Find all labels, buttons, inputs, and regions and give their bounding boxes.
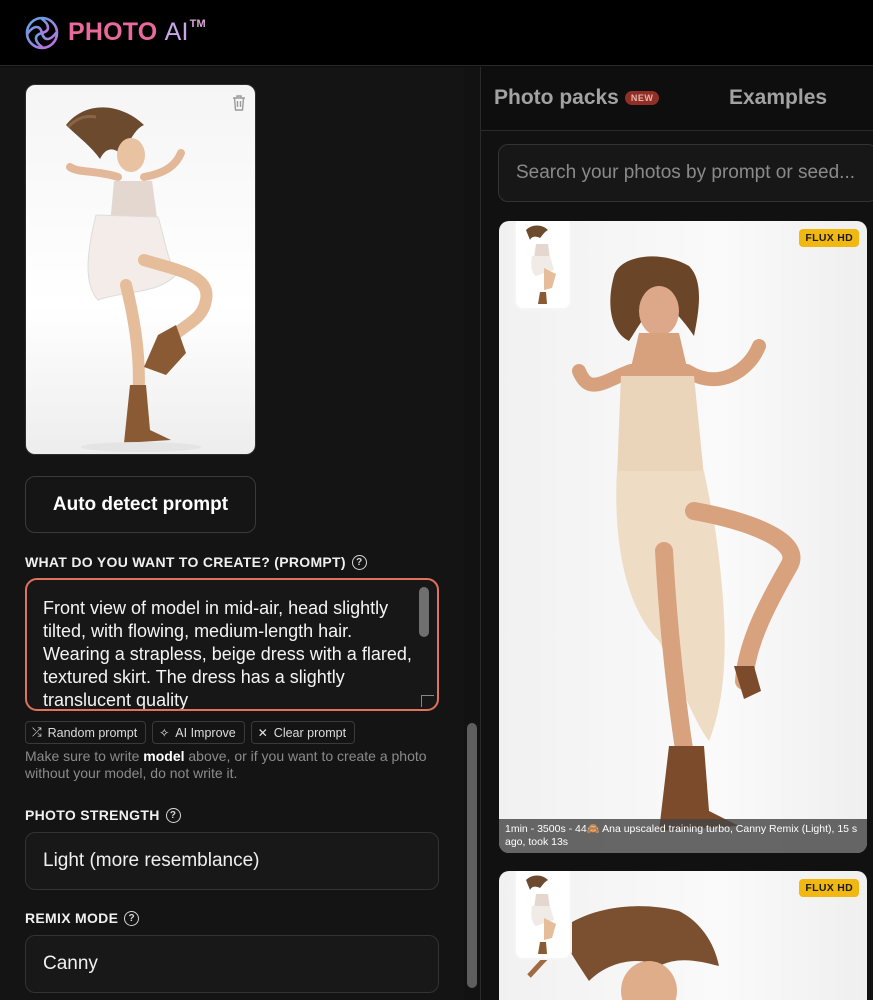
new-badge: NEW (624, 91, 660, 105)
prompt-scrollbar-thumb[interactable] (419, 587, 429, 637)
auto-detect-prompt-button[interactable]: Auto detect prompt (25, 476, 256, 533)
random-prompt-button[interactable]: ⤮ Random prompt (25, 721, 147, 744)
tab-photo-packs[interactable]: Photo packs NEW (494, 86, 660, 110)
random-prompt-label: Random prompt (47, 725, 138, 740)
result-card[interactable]: FLUX HD 1min - 3500s - 44🙈 Ana upscaled … (499, 221, 867, 853)
prompt-actions: ⤮ Random prompt ✧ AI Improve ✕ Clear pro… (25, 721, 356, 744)
prompt-scrollbar[interactable] (419, 583, 434, 708)
prompt-text[interactable]: Front view of model in mid-air, head sli… (43, 597, 413, 709)
left-panel: Auto detect prompt WHAT DO YOU WANT TO C… (0, 67, 464, 1000)
help-icon[interactable]: ? (165, 807, 181, 823)
prompt-hint: Make sure to write model above, or if yo… (25, 748, 435, 782)
prompt-textarea[interactable]: Front view of model in mid-air, head sli… (25, 578, 439, 711)
close-icon: ✕ (257, 725, 268, 740)
source-thumbnail-figure (526, 875, 556, 954)
remix-mode-label-text: REMIX MODE (25, 910, 119, 926)
source-thumbnail-figure (526, 225, 556, 304)
photo-search-input[interactable]: Search your photos by prompt or seed... (498, 144, 873, 202)
right-panel: Photo packs NEW Examples Search your phot… (480, 67, 873, 1000)
remix-mode-label: REMIX MODE ? (25, 910, 140, 926)
left-panel-scrollbar-thumb[interactable] (467, 723, 477, 988)
clear-prompt-button[interactable]: ✕ Clear prompt (250, 721, 356, 744)
photo-strength-label-text: PHOTO STRENGTH (25, 807, 160, 823)
result-photo (572, 256, 801, 831)
textarea-resize-handle[interactable] (421, 695, 434, 707)
source-thumbnail[interactable] (514, 221, 572, 310)
trash-icon[interactable] (231, 94, 247, 112)
reference-photo-figure (66, 107, 213, 452)
app-logo-text[interactable]: PHOTO AITM (68, 18, 206, 47)
logo-ai: AI (164, 18, 189, 46)
flux-hd-badge: FLUX HD (799, 879, 859, 897)
clear-prompt-label: Clear prompt (273, 725, 347, 740)
photo-strength-label: PHOTO STRENGTH ? (25, 807, 181, 823)
ai-improve-button[interactable]: ✧ AI Improve (152, 721, 245, 744)
reference-photo[interactable] (25, 84, 256, 455)
hint-text-before: Make sure to write (25, 748, 144, 764)
prompt-section-label: WHAT DO YOU WANT TO CREATE? (PROMPT) ? (25, 554, 367, 570)
result-card[interactable]: FLUX HD (499, 871, 867, 1000)
sparkle-icon: ✧ (159, 725, 170, 740)
tab-photo-packs-label: Photo packs (494, 86, 619, 109)
logo-tm: TM (189, 18, 206, 30)
photo-strength-select[interactable]: Light (more resemblance) (25, 832, 439, 890)
shuffle-icon: ⤮ (32, 725, 42, 739)
tab-examples[interactable]: Examples (729, 86, 827, 110)
photoai-logo-icon[interactable] (24, 15, 60, 51)
help-icon[interactable]: ? (351, 554, 367, 570)
logo-photo: PHOTO (68, 18, 158, 46)
help-icon[interactable]: ? (124, 910, 140, 926)
ai-improve-label: AI Improve (175, 725, 236, 740)
left-panel-scrollbar[interactable] (464, 67, 480, 1000)
hint-text-bold: model (143, 748, 185, 764)
right-tabs: Photo packs NEW Examples (481, 67, 873, 131)
result-caption: 1min - 3500s - 44🙈 Ana upscaled training… (499, 819, 867, 853)
top-bar: PHOTO AITM (0, 0, 873, 66)
source-thumbnail[interactable] (514, 871, 572, 960)
flux-hd-badge: FLUX HD (799, 229, 859, 247)
prompt-label-text: WHAT DO YOU WANT TO CREATE? (PROMPT) (25, 554, 346, 570)
remix-mode-select[interactable]: Canny (25, 935, 439, 993)
